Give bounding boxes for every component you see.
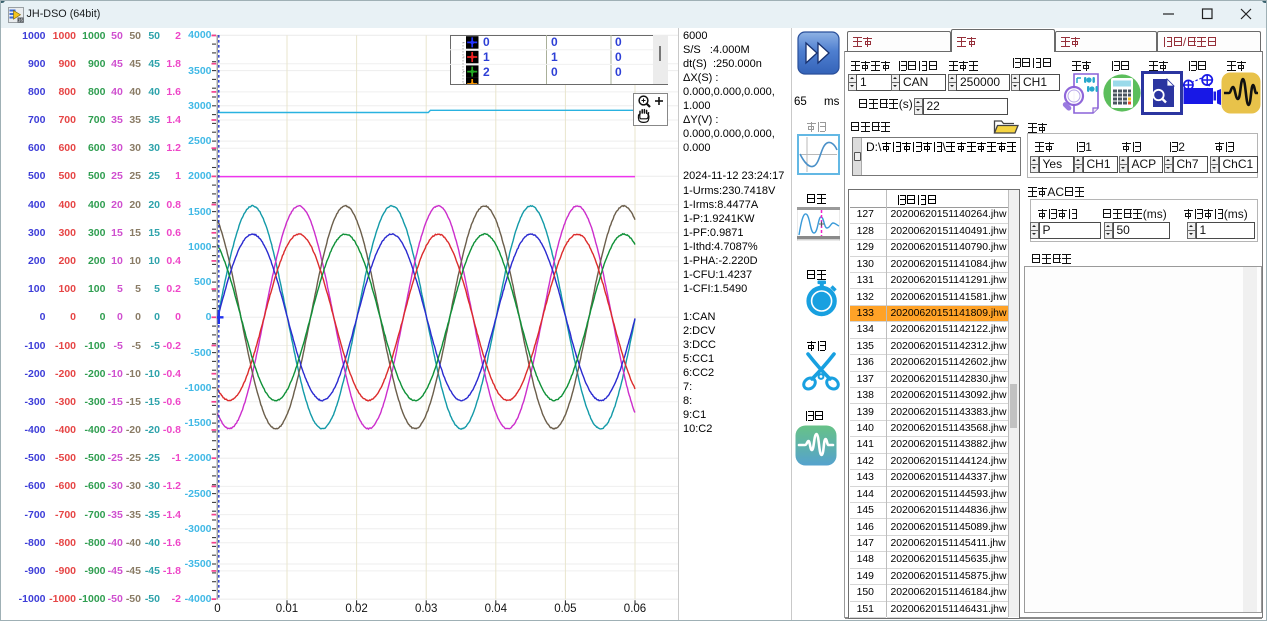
- svg-text:16: 16: [18, 17, 23, 22]
